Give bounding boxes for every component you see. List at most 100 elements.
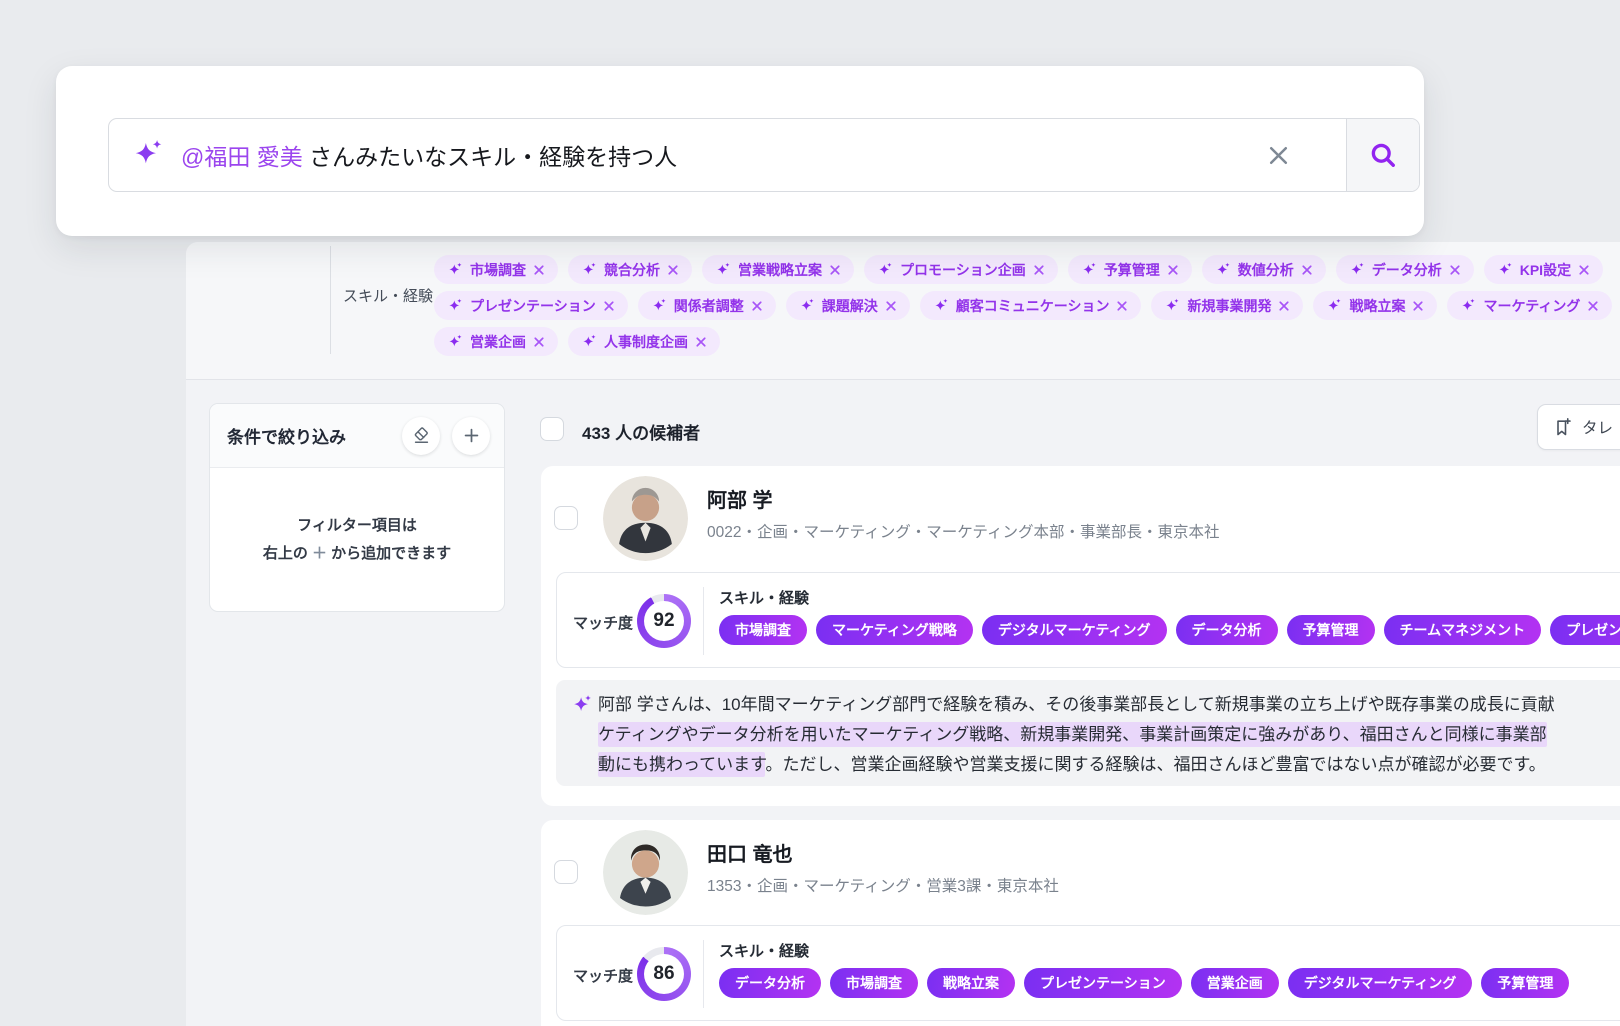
skill-tag[interactable]: 市場調査 [830, 968, 918, 998]
search-input[interactable]: @福田 愛美 さんみたいなスキル・経験を持つ人 [108, 118, 1420, 192]
remove-tag-icon[interactable] [695, 336, 707, 348]
skills-row: 市場調査 マーケティング戦略 デジタルマーケティング データ分析 予算管理 チー… [719, 615, 1620, 645]
condition-tag[interactable]: 顧客コミュニケーション [920, 291, 1142, 320]
remove-tag-icon[interactable] [1033, 264, 1045, 276]
bookmark-plus-icon [1553, 417, 1573, 437]
condition-tag-label: データ分析 [1372, 260, 1442, 280]
skills-label: スキル・経験 [719, 587, 809, 608]
condition-tag-label: プロモーション企画 [900, 260, 1026, 280]
condition-tag[interactable]: 市場調査 [434, 255, 558, 284]
remove-tag-icon[interactable] [885, 300, 897, 312]
plus-glyph: ＋ [312, 545, 327, 562]
candidate-card[interactable]: 阿部 学 0022・企画・マーケティング・マーケティング本部・事業部長・東京本社… [541, 466, 1620, 806]
remove-tag-icon[interactable] [667, 264, 679, 276]
condition-tag[interactable]: 戦略立案 [1313, 291, 1437, 320]
sparkle-icon [447, 298, 463, 314]
search-icon [1368, 140, 1398, 170]
skills-row: データ分析 市場調査 戦略立案 プレゼンテーション 営業企画 デジタルマーケティ… [719, 968, 1620, 998]
candidate-checkbox[interactable] [554, 506, 578, 530]
condition-tag[interactable]: 営業企画 [434, 327, 558, 356]
sparkle-icon [131, 138, 165, 172]
condition-tag-label: 課題解決 [822, 296, 878, 316]
candidate-checkbox[interactable] [554, 860, 578, 884]
condition-tag-label: 人事制度企画 [604, 332, 688, 352]
match-score: 92 [637, 594, 691, 648]
condition-tag[interactable]: KPI設定 [1484, 255, 1603, 284]
skill-tag[interactable]: プレゼンテーション [1024, 968, 1182, 998]
remove-tag-icon[interactable] [1278, 300, 1290, 312]
candidate-name[interactable]: 阿部 学 [707, 484, 773, 513]
filter-panel-header: 条件で絞り込み [210, 404, 504, 468]
match-score-ring: 92 [637, 594, 691, 648]
candidate-meta: 1353・企画・マーケティング・営業3課・東京本社 [707, 874, 1059, 896]
condition-tag[interactable]: 新規事業開発 [1151, 291, 1303, 320]
skill-tag[interactable]: デジタルマーケティング [982, 615, 1167, 645]
sparkle-icon [581, 262, 597, 278]
search-query[interactable]: @福田 愛美 さんみたいなスキル・経験を持つ人 [181, 138, 677, 172]
sparkle-icon [1081, 262, 1097, 278]
remove-tag-icon[interactable] [1578, 264, 1590, 276]
candidate-card[interactable]: 田口 竜也 1353・企画・マーケティング・営業3課・東京本社 マッチ度 86 … [541, 820, 1620, 1026]
condition-tag[interactable]: 営業戦略立案 [702, 255, 854, 284]
skill-tag[interactable]: データ分析 [719, 968, 821, 998]
condition-tag-label: 営業企画 [470, 332, 526, 352]
skill-tag[interactable]: デジタルマーケティング [1288, 968, 1473, 998]
condition-tag-label: 顧客コミュニケーション [956, 296, 1110, 316]
candidate-name[interactable]: 田口 竜也 [707, 838, 793, 867]
condition-tag-label: 関係者調整 [674, 296, 744, 316]
skill-tag[interactable]: チームマネジメント [1384, 615, 1542, 645]
remove-tag-icon[interactable] [1412, 300, 1424, 312]
remove-tag-icon[interactable] [1116, 300, 1128, 312]
condition-tag[interactable]: 課題解決 [786, 291, 910, 320]
condition-tag-label: マーケティング [1483, 296, 1580, 316]
condition-tag-label: 営業戦略立案 [738, 260, 822, 280]
condition-tag[interactable]: 予算管理 [1068, 255, 1192, 284]
condition-tag-label: 新規事業開発 [1187, 296, 1271, 316]
remove-tag-icon[interactable] [533, 264, 545, 276]
sparkle-icon [447, 334, 463, 350]
select-all-checkbox[interactable] [540, 417, 564, 441]
remove-tag-icon[interactable] [751, 300, 763, 312]
ai-summary: 阿部 学さんは、10年間マーケティング部門で経験を積み、その後事業部長として新規… [556, 680, 1620, 786]
remove-tag-icon[interactable] [603, 300, 615, 312]
condition-tag[interactable]: プレゼンテーション [434, 291, 628, 320]
skill-tag[interactable]: 営業企画 [1191, 968, 1279, 998]
match-box: マッチ度 86 スキル・経験 データ分析 市場調査 戦略立案 プレゼンテーション… [556, 925, 1620, 1021]
sparkle-icon [1215, 262, 1231, 278]
condition-tag[interactable]: マーケティング [1447, 291, 1612, 320]
sparkle-icon [933, 298, 949, 314]
skill-tag[interactable]: マーケティング戦略 [816, 615, 973, 645]
remove-tag-icon[interactable] [1167, 264, 1179, 276]
remove-tag-icon[interactable] [829, 264, 841, 276]
skill-tag[interactable]: 戦略立案 [927, 968, 1015, 998]
remove-tag-icon[interactable] [1301, 264, 1313, 276]
skill-tag[interactable]: 予算管理 [1481, 968, 1569, 998]
condition-tag[interactable]: 人事制度企画 [568, 327, 720, 356]
sparkle-icon [447, 262, 463, 278]
sparkle-icon [715, 262, 731, 278]
skill-tag[interactable]: プレゼンテーション [1550, 615, 1620, 645]
skill-tag[interactable]: 予算管理 [1287, 615, 1375, 645]
condition-tag[interactable]: 数値分析 [1202, 255, 1326, 284]
condition-tag-label: 競合分析 [604, 260, 660, 280]
condition-tag[interactable]: データ分析 [1336, 255, 1474, 284]
clear-search-icon[interactable] [1266, 143, 1291, 168]
clear-filters-button[interactable] [402, 417, 440, 455]
skill-tag[interactable]: 市場調査 [719, 615, 807, 645]
condition-tag[interactable]: プロモーション企画 [864, 255, 1058, 284]
add-filter-button[interactable] [452, 417, 490, 455]
skill-tag[interactable]: データ分析 [1176, 615, 1278, 645]
condition-tag[interactable]: 関係者調整 [638, 291, 776, 320]
remove-tag-icon[interactable] [1449, 264, 1461, 276]
talent-list-button[interactable]: タレ [1537, 404, 1620, 450]
sparkle-icon [571, 694, 593, 716]
filter-empty-message: フィルター項目は 右上の ＋ から追加できます [210, 512, 504, 568]
condition-tag-label: プレゼンテーション [470, 296, 596, 316]
remove-tag-icon[interactable] [1587, 300, 1599, 312]
condition-tag-label: 数値分析 [1238, 260, 1294, 280]
remove-tag-icon[interactable] [533, 336, 545, 348]
search-conditions-section: スキル・経験 市場調査 競合分析 営業戦略立案 [186, 242, 1620, 380]
match-label: マッチ度 [573, 965, 633, 986]
search-button[interactable] [1346, 119, 1419, 191]
condition-tag[interactable]: 競合分析 [568, 255, 692, 284]
